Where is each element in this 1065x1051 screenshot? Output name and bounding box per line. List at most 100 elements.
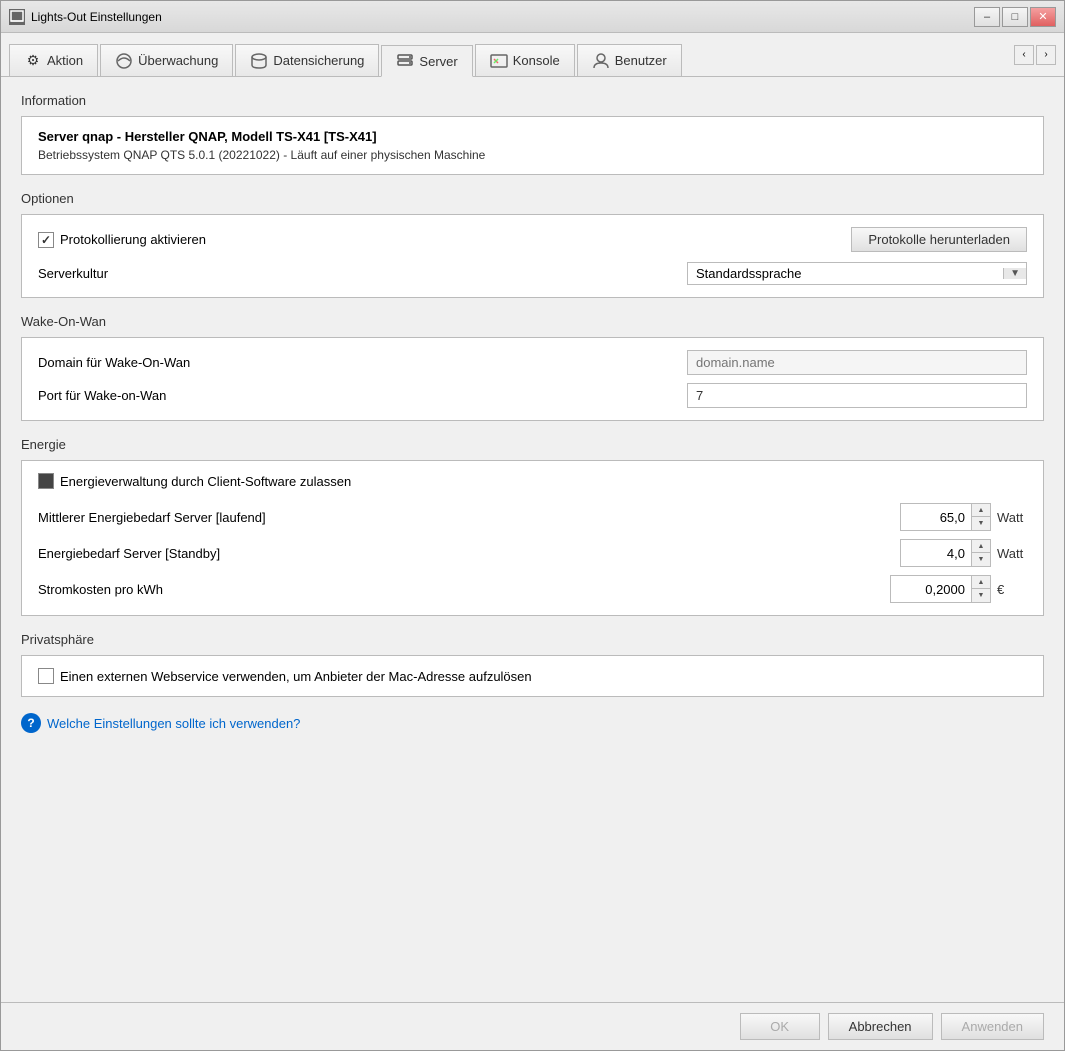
domain-input[interactable] — [687, 350, 1027, 375]
culture-row: Serverkultur Standardssprache Deutsch En… — [38, 262, 1027, 285]
download-logs-button[interactable]: Protokolle herunterladen — [851, 227, 1027, 252]
optionen-title: Optionen — [21, 191, 1044, 206]
server-name: Server qnap - Hersteller QNAP, Modell TS… — [38, 129, 1027, 144]
optionen-section: Optionen Protokollierung aktivieren Prot… — [21, 191, 1044, 298]
privatsphaere-section: Privatsphäre Einen externen Webservice v… — [21, 632, 1044, 697]
standby-spinbox-wrapper: 4,0 ▲ ▼ Watt — [900, 539, 1027, 567]
energie-title: Energie — [21, 437, 1044, 452]
mittlerer-down-button[interactable]: ▼ — [972, 517, 990, 530]
tab-aktion[interactable]: ⚙ Aktion — [9, 44, 98, 76]
maximize-button[interactable]: □ — [1002, 7, 1028, 27]
datensicherung-icon — [250, 52, 268, 70]
tab-benutzer[interactable]: Benutzer — [577, 44, 682, 76]
logging-text: Protokollierung aktivieren — [60, 232, 206, 247]
mittlerer-spinbox-btns: ▲ ▼ — [971, 504, 990, 530]
mittlerer-input[interactable]: 65,0 — [901, 504, 971, 530]
energie-box: Energieverwaltung durch Client-Software … — [21, 460, 1044, 616]
server-icon — [396, 52, 414, 70]
stromkosten-down-button[interactable]: ▼ — [972, 589, 990, 602]
help-link[interactable]: Welche Einstellungen sollte ich verwende… — [47, 716, 300, 731]
standby-spinbox-btns: ▲ ▼ — [971, 540, 990, 566]
download-btn-wrapper: Protokolle herunterladen — [851, 227, 1027, 252]
footer: OK Abbrechen Anwenden — [1, 1002, 1064, 1050]
culture-select-control[interactable]: Standardssprache Deutsch English Françai… — [687, 262, 1027, 285]
domain-row: Domain für Wake-On-Wan — [38, 350, 1027, 375]
privatsphaere-title: Privatsphäre — [21, 632, 1044, 647]
close-button[interactable]: ✕ — [1030, 7, 1056, 27]
standby-down-button[interactable]: ▼ — [972, 553, 990, 566]
energy-mgmt-checkbox[interactable] — [38, 473, 54, 489]
tab-datensicherung-label: Datensicherung — [273, 53, 364, 68]
tab-aktion-label: Aktion — [47, 53, 83, 68]
tab-benutzer-label: Benutzer — [615, 53, 667, 68]
konsole-icon — [490, 52, 508, 70]
mittlerer-row: Mittlerer Energiebedarf Server [laufend]… — [38, 503, 1027, 531]
wake-on-wan-section: Wake-On-Wan Domain für Wake-On-Wan Port … — [21, 314, 1044, 421]
port-row: Port für Wake-on-Wan — [38, 383, 1027, 408]
standby-up-button[interactable]: ▲ — [972, 540, 990, 553]
window-controls: – □ ✕ — [974, 7, 1056, 27]
window-title: Lights-Out Einstellungen — [31, 10, 974, 24]
minimize-button[interactable]: – — [974, 7, 1000, 27]
culture-select[interactable]: Standardssprache Deutsch English Françai… — [688, 263, 1003, 284]
tab-ueberwachung[interactable]: Überwachung — [100, 44, 233, 76]
logging-label-wrapper: Protokollierung aktivieren — [38, 232, 851, 248]
stromkosten-row: Stromkosten pro kWh 0,2000 ▲ ▼ € — [38, 575, 1027, 603]
standby-unit: Watt — [997, 546, 1027, 561]
tab-prev-button[interactable]: ‹ — [1014, 45, 1034, 65]
tab-datensicherung[interactable]: Datensicherung — [235, 44, 379, 76]
port-label: Port für Wake-on-Wan — [38, 388, 687, 403]
external-service-checkbox[interactable] — [38, 668, 54, 684]
logging-checkbox-label[interactable]: Protokollierung aktivieren — [38, 232, 851, 248]
external-service-label[interactable]: Einen externen Webservice verwenden, um … — [38, 668, 532, 684]
external-service-row: Einen externen Webservice verwenden, um … — [38, 668, 1027, 684]
apply-button[interactable]: Anwenden — [941, 1013, 1044, 1040]
mittlerer-spinbox: 65,0 ▲ ▼ — [900, 503, 991, 531]
energy-mgmt-text: Energieverwaltung durch Client-Software … — [60, 474, 351, 489]
tab-ueberwachung-label: Überwachung — [138, 53, 218, 68]
culture-label: Serverkultur — [38, 266, 687, 281]
optionen-box: Protokollierung aktivieren Protokolle he… — [21, 214, 1044, 298]
standby-spinbox: 4,0 ▲ ▼ — [900, 539, 991, 567]
information-box: Server qnap - Hersteller QNAP, Modell TS… — [21, 116, 1044, 175]
information-title: Information — [21, 93, 1044, 108]
stromkosten-spinbox-btns: ▲ ▼ — [971, 576, 990, 602]
energy-mgmt-label[interactable]: Energieverwaltung durch Client-Software … — [38, 473, 351, 489]
ok-button[interactable]: OK — [740, 1013, 820, 1040]
mittlerer-unit: Watt — [997, 510, 1027, 525]
stromkosten-label: Stromkosten pro kWh — [38, 582, 890, 597]
energie-section: Energie Energieverwaltung durch Client-S… — [21, 437, 1044, 616]
port-input[interactable] — [687, 383, 1027, 408]
help-icon[interactable]: ? — [21, 713, 41, 733]
logging-checkbox[interactable] — [38, 232, 54, 248]
wake-on-wan-title: Wake-On-Wan — [21, 314, 1044, 329]
stromkosten-input[interactable]: 0,2000 — [891, 576, 971, 602]
tab-konsole-label: Konsole — [513, 53, 560, 68]
benutzer-icon — [592, 52, 610, 70]
help-row: ? Welche Einstellungen sollte ich verwen… — [21, 713, 1044, 733]
mittlerer-spinbox-wrapper: 65,0 ▲ ▼ Watt — [900, 503, 1027, 531]
tab-next-button[interactable]: › — [1036, 45, 1056, 65]
cancel-button[interactable]: Abbrechen — [828, 1013, 933, 1040]
privatsphaere-box: Einen externen Webservice verwenden, um … — [21, 655, 1044, 697]
tab-nav: ‹ › — [1014, 45, 1056, 65]
stromkosten-spinbox-wrapper: 0,2000 ▲ ▼ € — [890, 575, 1027, 603]
main-content: Information Server qnap - Hersteller QNA… — [1, 77, 1064, 1002]
ueberwachung-icon — [115, 52, 133, 70]
main-window: Lights-Out Einstellungen – □ ✕ ⚙ Aktion … — [0, 0, 1065, 1051]
tab-konsole[interactable]: Konsole — [475, 44, 575, 76]
title-bar: Lights-Out Einstellungen – □ ✕ — [1, 1, 1064, 33]
tab-bar: ⚙ Aktion Überwachung Datensicherung Serv… — [1, 33, 1064, 77]
mittlerer-label: Mittlerer Energiebedarf Server [laufend] — [38, 510, 900, 525]
tab-server[interactable]: Server — [381, 45, 472, 77]
information-section: Information Server qnap - Hersteller QNA… — [21, 93, 1044, 175]
mittlerer-up-button[interactable]: ▲ — [972, 504, 990, 517]
culture-select-arrow: ▼ — [1003, 268, 1026, 279]
stromkosten-spinbox: 0,2000 ▲ ▼ — [890, 575, 991, 603]
aktion-icon: ⚙ — [24, 52, 42, 70]
standby-input[interactable]: 4,0 — [901, 540, 971, 566]
stromkosten-unit: € — [997, 582, 1027, 597]
standby-row: Energiebedarf Server [Standby] 4,0 ▲ ▼ W… — [38, 539, 1027, 567]
stromkosten-up-button[interactable]: ▲ — [972, 576, 990, 589]
logging-row: Protokollierung aktivieren Protokolle he… — [38, 227, 1027, 252]
